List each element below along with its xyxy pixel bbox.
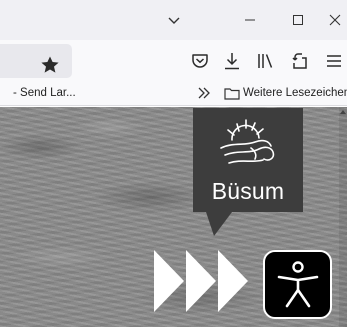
minimize-button[interactable] [232,0,268,40]
maximize-icon [293,15,303,25]
navigation-toolbar [0,40,347,82]
accessibility-button[interactable] [263,250,332,319]
close-window-button[interactable] [322,0,347,40]
forward-arrows-icon[interactable] [154,250,252,312]
download-icon[interactable] [222,51,242,71]
close-icon [329,14,340,26]
folder-icon [224,88,240,100]
maximize-button[interactable] [282,0,314,40]
sun-beach-logo-icon [220,119,275,164]
bookmark-star-icon[interactable] [40,55,60,75]
share-icon[interactable] [290,51,310,71]
other-bookmarks-folder[interactable]: Weitere Lesezeichen [243,87,347,99]
window-titlebar [0,0,347,40]
bookmark-item[interactable]: - Send Lar... [13,87,76,99]
badge-pointer [206,212,232,236]
minimize-icon [245,19,255,21]
scroll-up-arrow-icon[interactable] [340,109,346,115]
location-name: Büsum [211,178,285,204]
chevron-down-icon [168,17,180,24]
library-icon[interactable] [256,51,276,71]
list-all-tabs-button[interactable] [160,0,188,40]
menu-icon[interactable] [324,51,344,71]
scrollbar[interactable] [339,107,347,327]
url-bar[interactable] [0,44,72,78]
chevron-double-right-icon[interactable] [196,85,212,101]
pocket-icon[interactable] [190,51,210,71]
bookmarks-toolbar: - Send Lar... Weitere Lesezeichen [0,82,347,106]
accessibility-person-icon [277,261,319,308]
